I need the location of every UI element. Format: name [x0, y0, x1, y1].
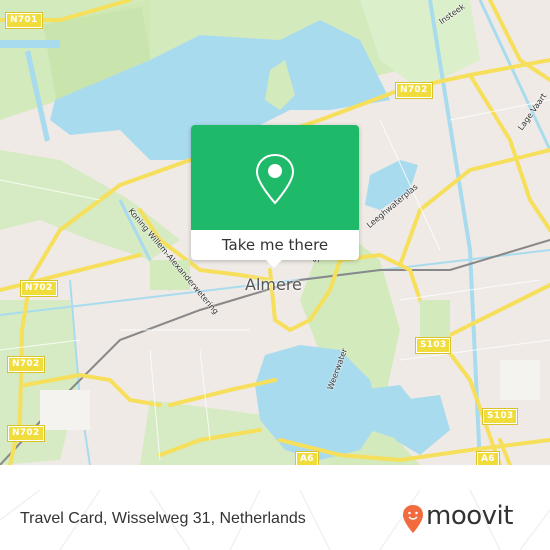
road-label-n702-ne: N702 [395, 82, 433, 99]
city-label-almere: Almere [245, 275, 302, 294]
road-label-n702-w2: N702 [7, 356, 45, 373]
location-address: Travel Card, Wisselweg 31, Netherlands [20, 510, 306, 527]
location-popup: Take me there [191, 125, 359, 268]
popup-header [191, 125, 359, 230]
moovit-wordmark: moovit [426, 501, 513, 531]
take-me-there-button[interactable]: Take me there [191, 230, 359, 260]
road-label-a6-1: A6 [295, 451, 319, 465]
road-label-n701: N701 [5, 12, 43, 29]
road-label-n702-w3: N702 [7, 425, 45, 442]
map[interactable]: N701 N702 N702 N702 N702 S103 S103 A6 A6… [0, 0, 550, 465]
moovit-pin-icon [403, 505, 423, 533]
road-label-s103-2: S103 [481, 408, 519, 425]
road-label-n702-w1: N702 [20, 280, 58, 297]
footer: Travel Card, Wisselweg 31, Netherlands m… [0, 490, 550, 550]
road-label-s103-1: S103 [414, 337, 452, 354]
map-pin-icon [255, 153, 295, 205]
road-label-a6-2: A6 [476, 451, 500, 465]
popup-arrow [266, 260, 282, 268]
